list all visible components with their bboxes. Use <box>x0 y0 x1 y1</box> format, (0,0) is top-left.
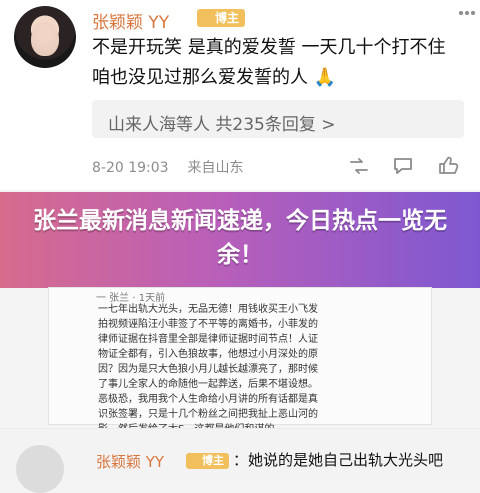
bottom-username[interactable]: 张颖颖 YY <box>96 451 164 472</box>
embedded-line: 了事儿全家人的命随他一起葬送，后果不堪设想。 <box>98 379 318 390</box>
comment-meta: 8-20 19:03 来自山东 <box>92 157 243 177</box>
embedded-line: 律师证据在抖音里全部是律师证据时间节点！人证 <box>98 334 318 345</box>
comment-line-2-text: 咱也没见过那么爱发誓的人 <box>92 67 308 88</box>
comment-line-2: 咱也没见过那么爱发誓的人 🙏 <box>92 63 472 93</box>
comment-icon[interactable] <box>392 156 414 176</box>
repost-icon[interactable] <box>348 156 370 176</box>
embedded-line: 因？因为是只大色狼小月儿越长越漂亮了，那时候 <box>98 364 318 375</box>
bottom-comment-text: ：她说的是她自己出轨大光头吧 <box>233 451 444 469</box>
timestamp: 8-20 19:03 <box>92 160 169 176</box>
embedded-line: 识张签署，只是十几个粉丝之间把我扯上恶山河的 <box>98 409 318 420</box>
bottom-blogger-badge: 博主 <box>186 453 229 469</box>
user-avatar[interactable] <box>14 6 76 68</box>
location: 来自山东 <box>187 160 244 176</box>
embedded-line: 一七年出轨大光头，无品无德！用钱收买王小飞发 <box>98 304 318 315</box>
embedded-line: 物证全都有，引入色狼故事，他想过小月深处的原 <box>98 349 318 360</box>
embedded-line: 拍视频诬陷汪小菲签了不平等的离婚书，小菲发的 <box>98 319 318 330</box>
like-icon[interactable] <box>437 155 459 175</box>
more-options-icon[interactable] <box>458 10 476 16</box>
embedded-post-text: 一七年出轨大光头，无品无德！用钱收买王小飞发 拍视频诬陷汪小菲签了不平等的离婚书… <box>98 302 422 437</box>
bottom-avatar[interactable] <box>16 445 64 493</box>
embedded-line: 恶极恐，我用我个人生命给小月讲的所有话都是真 <box>98 394 318 405</box>
username[interactable]: 张颖颖 YY <box>92 8 169 33</box>
comment-text: 不是开玩笑 是真的爱发誓 一天几十个打不住 咱也没见过那么爱发誓的人 🙏 <box>92 33 472 93</box>
blogger-badge: 博主 <box>197 9 246 27</box>
reply-summary-text[interactable]: 山来人海等人 共235条回复 > <box>108 110 336 135</box>
headline-text: 张兰最新消息新闻速递，今日热点一览无余！ <box>33 208 447 268</box>
comment-line-1: 不是开玩笑 是真的爱发誓 一天几十个打不住 <box>92 37 446 58</box>
prayer-emoji: 🙏 <box>313 67 337 88</box>
